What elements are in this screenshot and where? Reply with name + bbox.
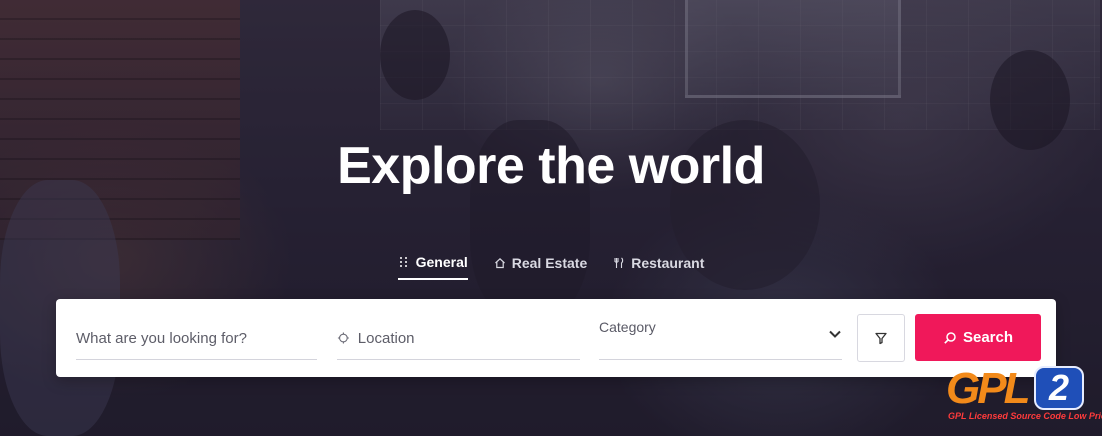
search-icon [944, 331, 956, 344]
chevron-down-icon [829, 330, 841, 338]
watermark-logo: GPL 2 GPL Licensed Source Code Low Price [942, 364, 1102, 428]
category-select-value: Category [599, 319, 656, 335]
location-field [337, 317, 580, 360]
crosshair-icon[interactable] [337, 331, 350, 345]
keyword-input[interactable] [76, 329, 317, 347]
fork-knife-icon [614, 257, 624, 268]
search-panel: Category Search [56, 299, 1056, 377]
search-button[interactable]: Search [915, 314, 1041, 361]
watermark-badge: 2 [1034, 366, 1084, 410]
tab-label: Restaurant [631, 255, 705, 271]
location-input[interactable] [357, 329, 580, 347]
grid-dots-icon [399, 257, 407, 267]
keyword-field [76, 317, 317, 360]
house-icon [494, 257, 505, 269]
hero-title: Explore the world [337, 137, 765, 195]
watermark-tagline: GPL Licensed Source Code Low Price [948, 411, 1102, 421]
tab-real-estate[interactable]: Real Estate [494, 254, 587, 280]
category-select[interactable]: Category [599, 317, 842, 360]
search-button-label: Search [962, 329, 1014, 346]
filter-button[interactable] [857, 314, 905, 362]
tab-general[interactable]: General [397, 254, 468, 280]
search-type-tabs: General Real Estate Restaurant [0, 254, 1102, 280]
tab-label: Real Estate [511, 255, 588, 271]
tab-label: General [415, 254, 468, 270]
filter-icon [875, 332, 887, 345]
tab-restaurant[interactable]: Restaurant [613, 254, 704, 280]
watermark-letters: GPL [946, 364, 1030, 413]
